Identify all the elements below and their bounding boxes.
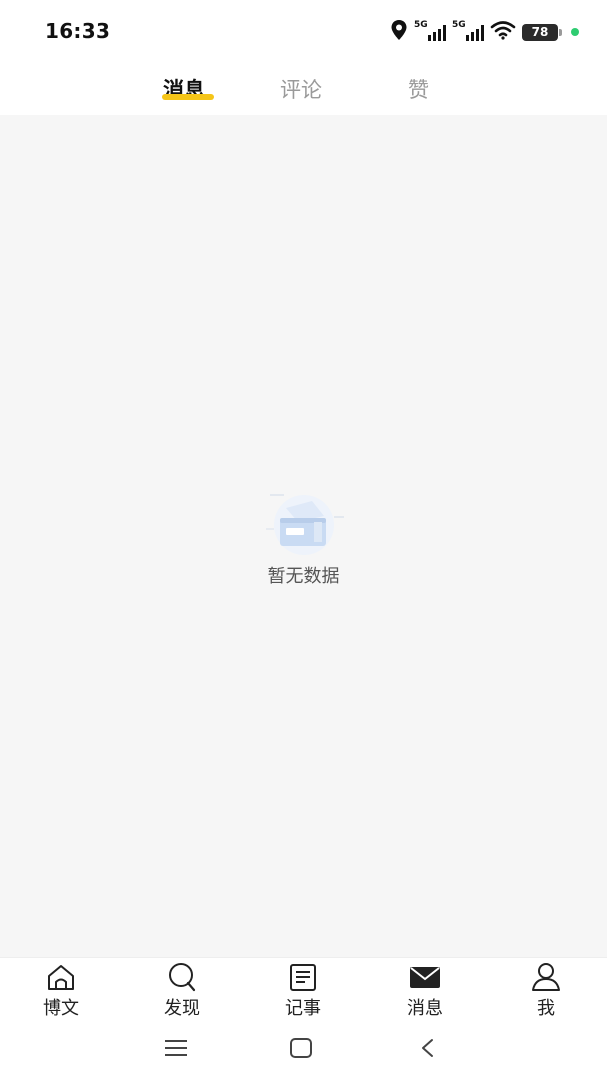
nav-label: 消息 bbox=[407, 998, 443, 1019]
signal-icon: 5G bbox=[414, 20, 446, 43]
nav-label: 我 bbox=[537, 998, 555, 1019]
nav-item-me[interactable]: 我 bbox=[506, 962, 586, 1020]
tab-comments[interactable]: 评论 bbox=[280, 74, 322, 104]
location-icon bbox=[390, 19, 408, 45]
nav-label: 记事 bbox=[285, 998, 321, 1019]
message-list-area[interactable]: 暂无数据 bbox=[0, 115, 607, 957]
network-type-label: 5G bbox=[414, 20, 428, 30]
network-type-label: 5G bbox=[452, 20, 466, 30]
empty-state-text: 暂无数据 bbox=[267, 566, 340, 587]
tab-likes[interactable]: 赞 bbox=[408, 74, 429, 104]
status-bar: 16:33 5G 5G 78 bbox=[0, 0, 607, 62]
search-icon bbox=[166, 962, 198, 992]
dot-indicator bbox=[571, 28, 579, 36]
nav-item-messages[interactable]: 消息 bbox=[385, 962, 465, 1020]
active-tab-indicator bbox=[162, 94, 214, 100]
system-nav-bar bbox=[0, 1023, 607, 1080]
bottom-nav: 博文 发现 记事 消息 我 bbox=[0, 957, 607, 1023]
nav-item-notes[interactable]: 记事 bbox=[263, 962, 343, 1020]
nav-item-posts[interactable]: 博文 bbox=[21, 962, 101, 1020]
status-time: 16:33 bbox=[45, 19, 111, 43]
nav-label: 博文 bbox=[43, 998, 79, 1019]
home-icon bbox=[45, 962, 77, 992]
note-icon bbox=[287, 962, 319, 992]
status-icons: 5G 5G 78 bbox=[390, 18, 579, 46]
nav-label: 发现 bbox=[164, 998, 200, 1019]
wifi-icon bbox=[490, 20, 516, 44]
user-icon bbox=[530, 962, 562, 992]
menu-icon[interactable] bbox=[164, 1037, 188, 1063]
top-tabs: 消息 评论 赞 bbox=[0, 62, 607, 115]
back-icon[interactable] bbox=[418, 1037, 436, 1063]
signal-icon: 5G bbox=[452, 20, 484, 43]
empty-state-illustration bbox=[264, 492, 350, 562]
nav-item-discover[interactable]: 发现 bbox=[142, 962, 222, 1020]
home-square-icon[interactable] bbox=[289, 1037, 313, 1063]
mail-icon bbox=[409, 962, 441, 992]
battery-icon: 78 bbox=[522, 23, 562, 41]
